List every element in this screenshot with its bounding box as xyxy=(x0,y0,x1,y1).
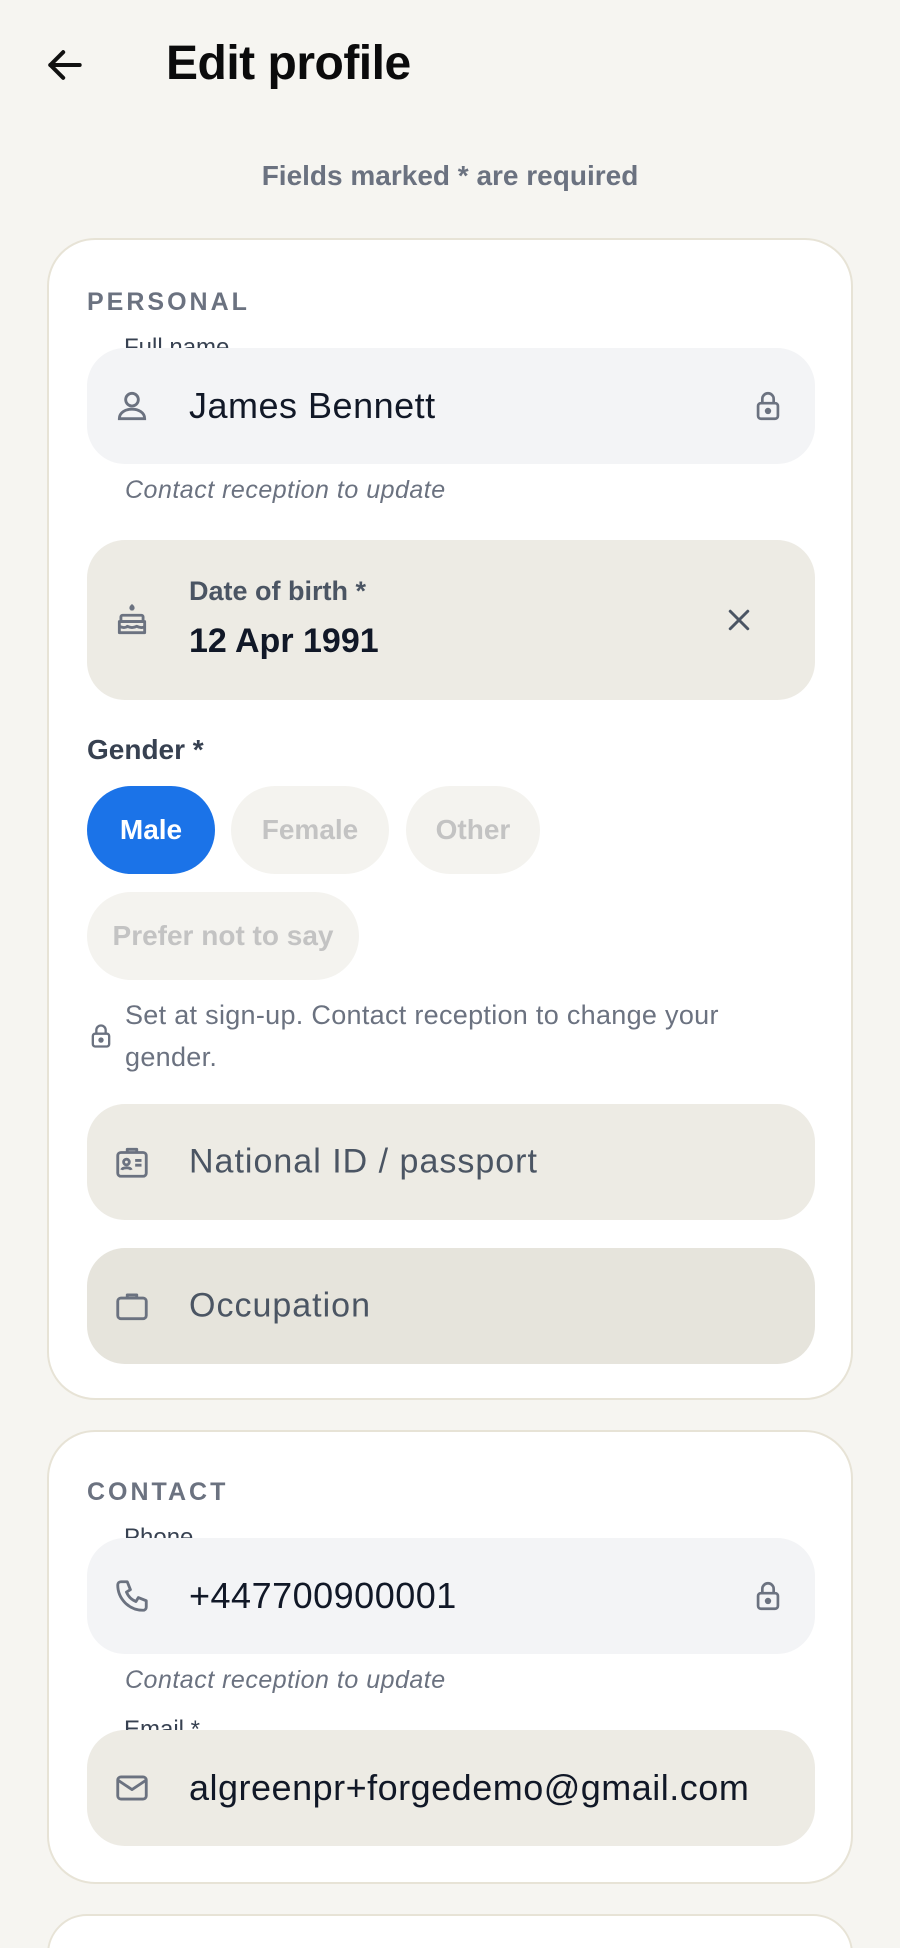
clear-dob-button[interactable] xyxy=(717,598,761,642)
national-id-field[interactable]: National ID / passport xyxy=(87,1104,815,1220)
dob-value: 12 Apr 1991 xyxy=(189,622,379,660)
gender-chip-female[interactable]: Female xyxy=(231,786,389,874)
arrow-left-icon xyxy=(48,50,82,80)
back-button[interactable] xyxy=(30,30,100,100)
phone-helper: Contact reception to update xyxy=(125,1666,446,1694)
national-id-placeholder: National ID / passport xyxy=(189,1142,538,1181)
section-label-contact: CONTACT xyxy=(87,1478,229,1506)
email-field[interactable]: algreenpr+forgedemo@gmail.com xyxy=(87,1730,815,1846)
full-name-field: James Bennett xyxy=(87,348,815,464)
cake-icon xyxy=(117,604,147,635)
gender-label: Gender * xyxy=(87,734,204,765)
gender-chip-prefer-not-to-say[interactable]: Prefer not to say xyxy=(87,892,359,980)
section-label-personal: PERSONAL xyxy=(87,288,250,316)
email-value[interactable]: algreenpr+forgedemo@gmail.com xyxy=(189,1767,781,1809)
gender-chip-other[interactable]: Other xyxy=(406,786,540,874)
dob-label: Date of birth * xyxy=(189,576,367,606)
required-fields-note: Fields marked * are required xyxy=(261,160,639,191)
lock-icon xyxy=(756,391,780,421)
full-name-helper: Contact reception to update xyxy=(125,476,446,504)
lock-icon xyxy=(756,1581,780,1611)
next-section-card xyxy=(47,1914,853,1948)
id-badge-icon xyxy=(116,1147,148,1178)
lock-icon xyxy=(91,1024,111,1048)
full-name-value: James Bennett xyxy=(189,385,436,426)
page-title: Edit profile xyxy=(166,37,411,90)
close-icon xyxy=(728,609,750,631)
occupation-placeholder: Occupation xyxy=(189,1286,371,1325)
mail-icon xyxy=(116,1775,148,1801)
person-icon xyxy=(117,391,147,421)
gender-chip-male[interactable]: Male xyxy=(87,786,215,874)
date-of-birth-field[interactable]: Date of birth * 12 Apr 1991 xyxy=(87,540,815,700)
phone-field: +447700900001 xyxy=(87,1538,815,1654)
app-bar: Edit profile xyxy=(0,0,900,130)
occupation-field[interactable]: Occupation xyxy=(87,1248,815,1364)
phone-icon xyxy=(116,1580,148,1612)
contact-section-card: CONTACT Phone +447700900001 Contact rece… xyxy=(47,1430,853,1884)
phone-value: +447700900001 xyxy=(189,1575,457,1616)
briefcase-icon xyxy=(116,1293,148,1321)
personal-section-card: PERSONAL Full name James Bennett Contact… xyxy=(47,238,853,1400)
gender-locked-note: Set at sign-up. Contact reception to cha… xyxy=(125,1000,719,1072)
